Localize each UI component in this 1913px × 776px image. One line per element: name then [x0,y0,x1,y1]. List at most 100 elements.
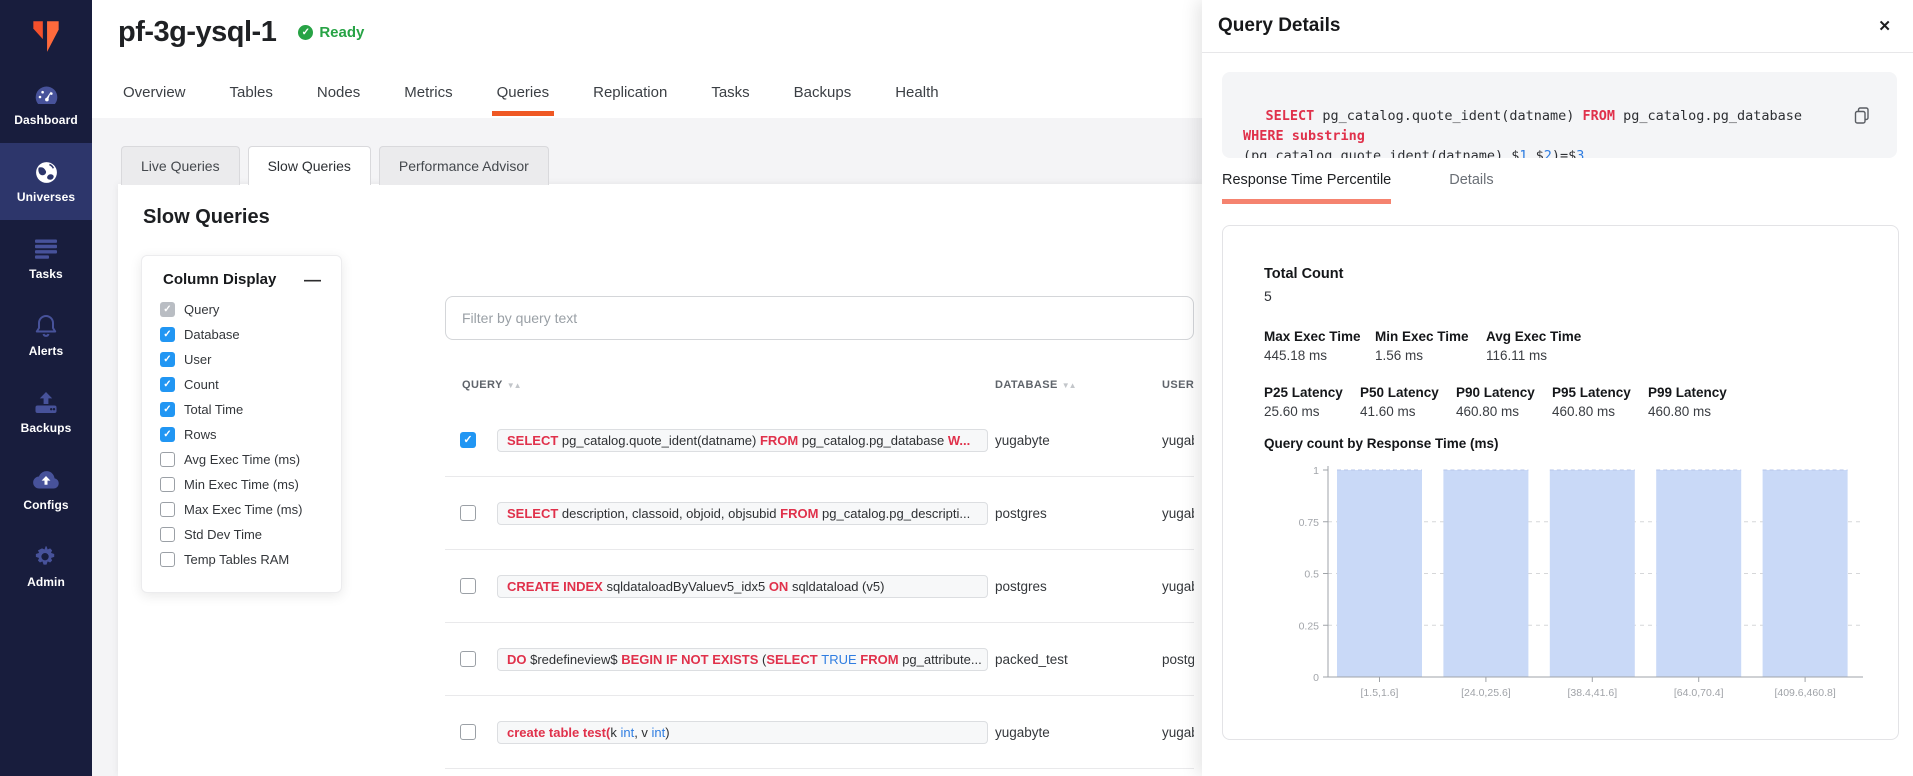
universe-tabs: Overview Tables Nodes Metrics Queries Replica… [123,84,939,118]
sidebar: Dashboard Universes Tasks Alerts Backups… [0,0,92,776]
column-option-total-time[interactable]: ✓ Total Time [142,397,341,422]
configs-cloud-icon [32,467,60,493]
column-option-std-dev-time[interactable]: Std Dev Time [142,522,341,547]
stat-p95-latency: P95 Latency 460.80 ms [1552,385,1648,419]
row-checkbox[interactable] [460,724,476,740]
column-option-label: Rows [184,427,217,442]
database-cell: postgres [995,506,1162,521]
subtab-live-queries[interactable]: Live Queries [121,146,240,185]
drawer-tab-details[interactable]: Details [1449,172,1493,204]
checkbox[interactable] [160,502,175,517]
queries-subtabs: Live QueriesSlow QueriesPerformance Advi… [121,146,549,185]
svg-text:[1.5,1.6]: [1.5,1.6] [1361,687,1399,699]
column-option-min-exec-time-ms-[interactable]: Min Exec Time (ms) [142,472,341,497]
column-option-label: Avg Exec Time (ms) [184,452,300,467]
universe-title-row: pf-3g-ysql-1 ✓ Ready [92,0,1202,49]
checkbox[interactable]: ✓ [160,427,175,442]
query-text[interactable]: SELECT description, classoid, objoid, ob… [497,502,988,525]
sidebar-item-alerts[interactable]: Alerts [0,297,92,374]
close-icon[interactable]: ✕ [1878,17,1891,35]
yugabyte-logo-icon[interactable] [0,0,92,66]
stat-avg-exec-time: Avg Exec Time 116.11 ms [1486,329,1597,363]
checkbox[interactable] [160,477,175,492]
latency-stats: P25 Latency 25.60 msP50 Latency 41.60 ms… [1264,385,1744,419]
tab-nodes[interactable]: Nodes [317,84,360,118]
checkbox[interactable] [160,452,175,467]
tab-replication[interactable]: Replication [593,84,667,118]
row-checkbox[interactable] [460,651,476,667]
sidebar-item-admin[interactable]: Admin [0,528,92,605]
table-row: SELECT description, classoid, objoid, ob… [445,477,1194,550]
subtab-slow-queries[interactable]: Slow Queries [248,146,371,185]
column-display-card: Column Display — ✓ Query✓ Database✓ User… [141,255,342,593]
table-row: CREATE INDEX sqldataloadByValuev5_idx5 O… [445,550,1194,623]
column-option-label: Count [184,377,219,392]
tab-tasks[interactable]: Tasks [711,84,749,118]
collapse-icon[interactable]: — [304,275,321,285]
checkbox[interactable]: ✓ [160,302,175,317]
sidebar-item-configs[interactable]: Configs [0,451,92,528]
tab-overview[interactable]: Overview [123,84,186,118]
drawer-tab-response-time-percentile[interactable]: Response Time Percentile [1222,172,1391,204]
column-option-temp-tables-ram[interactable]: Temp Tables RAM [142,547,341,572]
stat-min-exec-time: Min Exec Time 1.56 ms [1375,329,1486,363]
checkbox[interactable] [160,552,175,567]
query-text[interactable]: create table test(k int, v int) [497,721,988,744]
row-checkbox[interactable] [460,505,476,521]
row-checkbox[interactable] [460,578,476,594]
column-option-avg-exec-time-ms-[interactable]: Avg Exec Time (ms) [142,447,341,472]
page-title: Slow Queries [143,206,270,229]
tab-health[interactable]: Health [895,84,938,118]
sidebar-item-backups[interactable]: Backups [0,374,92,451]
column-header-user[interactable]: USER [1162,379,1194,391]
column-header-database[interactable]: DATABASE▼▲ [995,379,1076,391]
checkbox[interactable] [160,527,175,542]
column-option-rows[interactable]: ✓ Rows [142,422,341,447]
sidebar-item-dashboard[interactable]: Dashboard [0,66,92,143]
check-icon: ✓ [298,25,313,40]
subtab-performance-advisor[interactable]: Performance Advisor [379,146,549,185]
sidebar-item-label: Tasks [29,267,63,281]
column-header-query[interactable]: QUERY▼▲ [462,379,521,391]
slow-queries-table: QUERY▼▲ DATABASE▼▲ USER ✓ SELECT pg_catalo… [445,296,1194,769]
database-cell: yugabyte [995,725,1162,740]
user-cell: yugabyte [1162,725,1194,740]
column-option-user[interactable]: ✓ User [142,347,341,372]
database-cell: packed_test [995,652,1162,667]
sidebar-item-label: Backups [21,421,72,435]
stat-max-exec-time: Max Exec Time 445.18 ms [1264,329,1375,363]
stat-p99-latency: P99 Latency 460.80 ms [1648,385,1744,419]
column-option-label: Temp Tables RAM [184,552,289,567]
tab-tables[interactable]: Tables [230,84,273,118]
column-option-label: Database [184,327,240,342]
tab-metrics[interactable]: Metrics [404,84,452,118]
column-display-title: Column Display [163,271,276,288]
sidebar-item-tasks[interactable]: Tasks [0,220,92,297]
column-option-max-exec-time-ms-[interactable]: Max Exec Time (ms) [142,497,341,522]
svg-text:0.75: 0.75 [1299,517,1320,529]
checkbox[interactable]: ✓ [160,377,175,392]
query-text[interactable]: DO $redefineview$ BEGIN IF NOT EXISTS (S… [497,648,988,671]
tab-backups[interactable]: Backups [794,84,852,118]
checkbox[interactable]: ✓ [160,402,175,417]
column-option-database[interactable]: ✓ Database [142,322,341,347]
query-text[interactable]: SELECT pg_catalog.quote_ident(datname) F… [497,429,988,452]
tab-queries[interactable]: Queries [497,84,550,118]
query-filter-input[interactable] [445,296,1194,340]
total-count-value: 5 [1264,288,1272,304]
sidebar-item-universes[interactable]: Universes [0,143,92,220]
row-checkbox[interactable]: ✓ [460,432,476,448]
checkbox[interactable]: ✓ [160,352,175,367]
table-row: create table test(k int, v int) yugabyte… [445,696,1194,769]
copy-icon[interactable] [1824,88,1870,148]
column-option-count[interactable]: ✓ Count [142,372,341,397]
table-body: ✓ SELECT pg_catalog.quote_ident(datname)… [445,404,1194,769]
svg-text:[38.4,41.6]: [38.4,41.6] [1567,687,1617,699]
checkbox[interactable]: ✓ [160,327,175,342]
user-cell: yugabyte [1162,506,1194,521]
query-text[interactable]: CREATE INDEX sqldataloadByValuev5_idx5 O… [497,575,988,598]
drawer-tabs: Response Time Percentile Details [1222,172,1552,204]
response-time-chart: 00.250.50.751[1.5,1.6][24.0,25.6][38.4,4… [1283,458,1883,713]
universes-globe-icon [34,159,59,185]
column-option-query[interactable]: ✓ Query [142,297,341,322]
